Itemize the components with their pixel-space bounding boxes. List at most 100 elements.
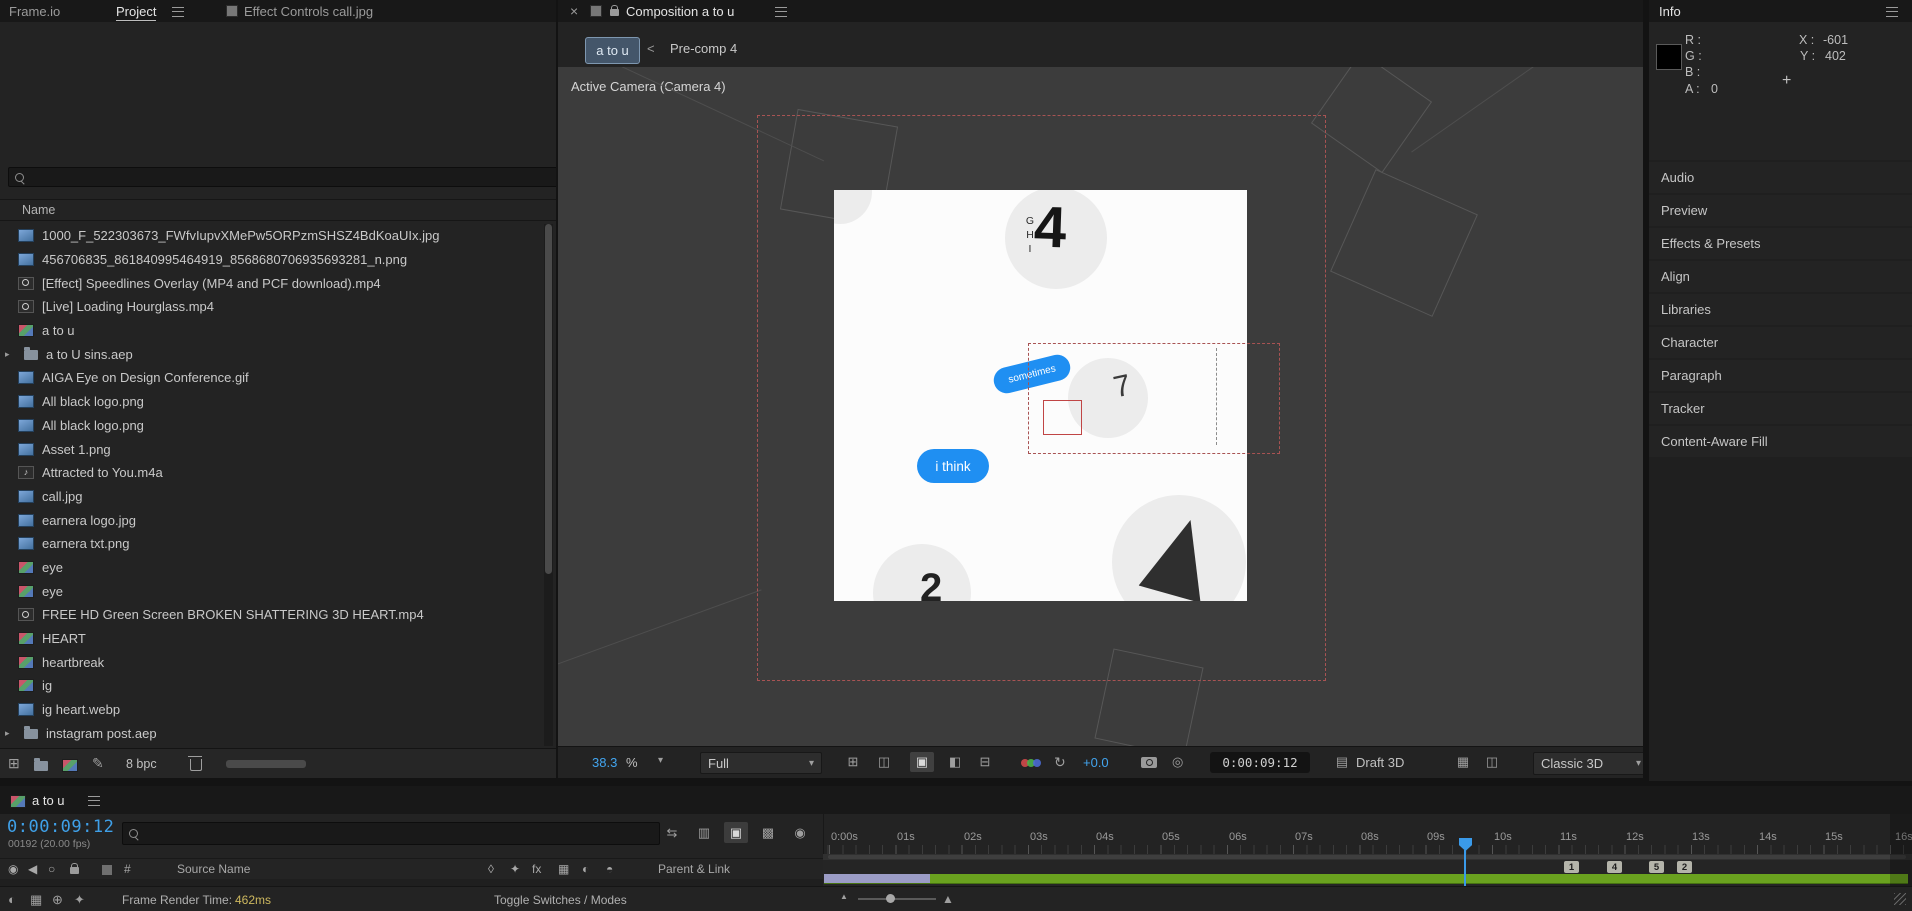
- timeline-zoom-thumb[interactable]: [886, 894, 895, 903]
- project-item[interactable]: eye: [0, 579, 543, 603]
- disclosure-arrow-icon[interactable]: ▸: [5, 349, 16, 360]
- timeline-timecode[interactable]: 0:00:09:12: [7, 817, 114, 837]
- panel-menu-icon[interactable]: [1886, 7, 1898, 17]
- project-item[interactable]: heartbreak: [0, 650, 543, 674]
- exposure-value[interactable]: +0.0: [1083, 755, 1109, 770]
- project-item[interactable]: 1000_F_522303673_FWfvIupvXMePw5ORPzmSHSZ…: [0, 224, 543, 248]
- project-item[interactable]: call.jpg: [0, 485, 543, 509]
- snapshot-camera-icon[interactable]: [1141, 757, 1157, 768]
- panel-tab-preview[interactable]: Preview: [1649, 195, 1912, 226]
- project-item[interactable]: a to u: [0, 319, 543, 343]
- toggle-icon-3[interactable]: ⊕: [52, 892, 63, 908]
- project-item[interactable]: FREE HD Green Screen BROKEN SHATTERING 3…: [0, 603, 543, 627]
- project-item[interactable]: 456706835_861840995464919_85686807069356…: [0, 248, 543, 272]
- panel-tab-align[interactable]: Align: [1649, 261, 1912, 292]
- gray-circle-shape[interactable]: [834, 190, 872, 224]
- toggle-icon-1[interactable]: ◐: [8, 892, 16, 907]
- zoom-in-mountain-icon[interactable]: ▲: [942, 892, 954, 906]
- speech-bubble-i-think[interactable]: i think: [917, 449, 989, 483]
- zoom-out-mountain-icon[interactable]: ▲: [840, 892, 848, 901]
- draft-3d-icon[interactable]: ▥: [692, 822, 716, 843]
- panel-tab-content-aware-fill[interactable]: Content-Aware Fill: [1649, 426, 1912, 457]
- shy-column-icon[interactable]: ◊: [488, 862, 494, 876]
- close-icon[interactable]: ×: [570, 4, 578, 18]
- label-column-icon[interactable]: [102, 865, 112, 875]
- project-scrollbar[interactable]: [544, 224, 553, 746]
- panel-menu-icon[interactable]: [88, 796, 100, 806]
- layer-duration-bar-green[interactable]: [824, 874, 1908, 884]
- frame-blending-icon[interactable]: ▩: [756, 822, 780, 843]
- video-toggle-icon[interactable]: ◉: [8, 862, 18, 876]
- panel-tab-libraries[interactable]: Libraries: [1649, 294, 1912, 325]
- tab-composition[interactable]: Composition a to u: [626, 4, 734, 19]
- motion-blur-column-icon[interactable]: ◐: [582, 862, 589, 876]
- project-item[interactable]: [Effect] Speedlines Overlay (MP4 and PCF…: [0, 271, 543, 295]
- new-composition-icon[interactable]: [62, 759, 78, 772]
- renderer-dropdown[interactable]: Classic 3D ▾: [1533, 752, 1643, 775]
- breadcrumb-parent[interactable]: Pre-comp 4: [670, 41, 737, 56]
- parent-link-column[interactable]: Parent & Link: [658, 862, 730, 876]
- scrollbar-thumb[interactable]: [545, 224, 552, 574]
- grid-options-icon[interactable]: ⊞: [841, 752, 865, 772]
- color-depth-button[interactable]: 8 bpc: [126, 757, 157, 771]
- layer-marker[interactable]: 2: [1677, 861, 1692, 873]
- lock-toggle-icon[interactable]: [70, 863, 79, 874]
- panel-tab-tracker[interactable]: Tracker: [1649, 393, 1912, 424]
- name-column-header[interactable]: Name: [0, 203, 55, 217]
- channel-blue-icon[interactable]: [1033, 759, 1041, 767]
- new-folder-icon[interactable]: [34, 758, 48, 771]
- resolution-dropdown[interactable]: Full ▾: [700, 752, 822, 774]
- lock-icon[interactable]: [610, 5, 619, 16]
- toggle-switches-button[interactable]: Toggle Switches / Modes: [494, 893, 627, 907]
- shy-layers-icon[interactable]: ▣: [724, 822, 748, 843]
- grid-icon[interactable]: ▦: [1451, 752, 1475, 772]
- project-item[interactable]: earnera txt.png: [0, 532, 543, 556]
- frame-blend-column-icon[interactable]: ▦: [558, 862, 569, 876]
- tab-project[interactable]: Project: [116, 4, 157, 21]
- adjustment-icon[interactable]: ✎: [92, 755, 104, 772]
- project-item[interactable]: HEART: [0, 627, 543, 651]
- composition-viewer[interactable]: Active Camera (Camera 4) 4 GHI 7 sometim…: [558, 67, 1643, 746]
- tab-frameio[interactable]: Frame.io: [9, 4, 60, 19]
- disclosure-arrow-icon[interactable]: ▸: [5, 728, 16, 739]
- layer-number-column[interactable]: #: [124, 862, 131, 876]
- project-item[interactable]: eye: [0, 556, 543, 580]
- project-search-input[interactable]: [30, 168, 553, 186]
- tab-effect-controls[interactable]: Effect Controls call.jpg: [244, 4, 373, 19]
- pixel-aspect-icon[interactable]: ⊟: [973, 752, 997, 772]
- toggle-icon-4[interactable]: ✦: [74, 892, 85, 908]
- layer-marker[interactable]: 1: [1564, 861, 1579, 873]
- layer-marker[interactable]: 5: [1649, 861, 1664, 873]
- toggle-icon-2[interactable]: ▦: [30, 892, 42, 908]
- project-item[interactable]: All black logo.png: [0, 390, 543, 414]
- panel-tab-audio[interactable]: Audio: [1649, 162, 1912, 193]
- resize-grip-icon[interactable]: [1894, 893, 1906, 905]
- timeline-search-input[interactable]: [144, 825, 653, 842]
- guides-icon[interactable]: ◫: [1480, 752, 1504, 772]
- project-item[interactable]: All black logo.png: [0, 414, 543, 438]
- collapse-column-icon[interactable]: ✦: [510, 862, 520, 876]
- vertical-letters-layer[interactable]: GHI: [1025, 214, 1035, 256]
- panel-tab-character[interactable]: Character: [1649, 327, 1912, 358]
- threed-column-icon[interactable]: ◓: [606, 862, 613, 876]
- comp-mini-flowchart-icon[interactable]: ⇆: [660, 822, 684, 843]
- layer-duration-bar-lavender[interactable]: [824, 874, 930, 883]
- source-name-column[interactable]: Source Name: [177, 862, 250, 876]
- project-item[interactable]: Asset 1.png: [0, 437, 543, 461]
- layer-marker[interactable]: 4: [1607, 861, 1622, 873]
- show-snapshot-icon[interactable]: ◎: [1172, 754, 1183, 770]
- zoom-value[interactable]: 38.3: [592, 755, 617, 770]
- panel-menu-icon[interactable]: [172, 7, 184, 17]
- project-item[interactable]: earnera logo.jpg: [0, 508, 543, 532]
- project-flowchart-icon[interactable]: ⊞: [8, 755, 20, 772]
- project-item[interactable]: [Live] Loading Hourglass.mp4: [0, 295, 543, 319]
- renderer-label[interactable]: Draft 3D: [1356, 755, 1404, 770]
- project-item[interactable]: AIGA Eye on Design Conference.gif: [0, 366, 543, 390]
- project-search[interactable]: [8, 167, 556, 187]
- zoom-dropdown-icon[interactable]: ▾: [658, 755, 663, 766]
- effects-column-icon[interactable]: fx: [532, 862, 541, 876]
- horizontal-scrollbar-thumb[interactable]: [226, 760, 306, 768]
- numeral-4-layer[interactable]: 4: [1033, 193, 1068, 261]
- breadcrumb-current[interactable]: a to u: [585, 37, 640, 64]
- motion-blur-icon[interactable]: ◉: [788, 822, 812, 843]
